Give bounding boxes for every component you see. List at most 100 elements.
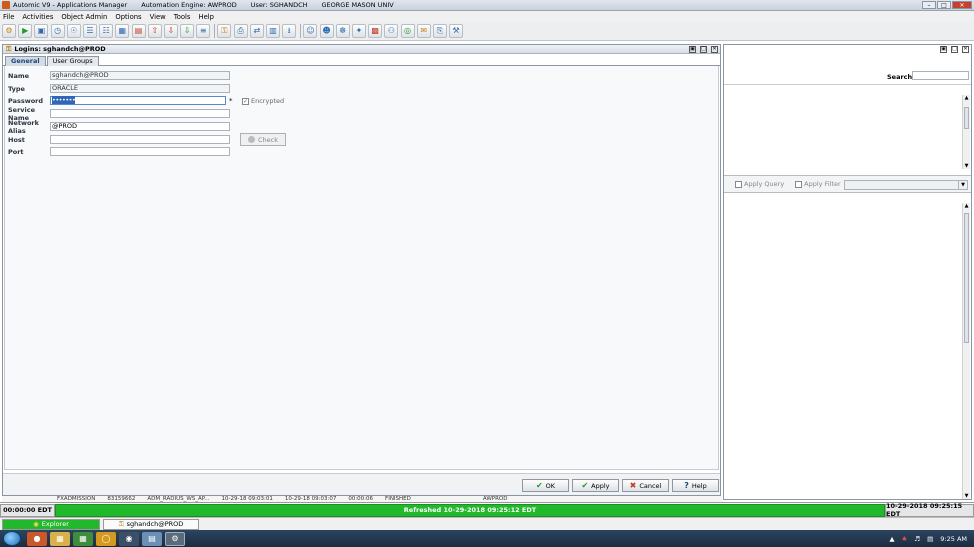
panel-maximize-icon[interactable]: □	[951, 46, 958, 53]
frame-maximize-icon[interactable]: □	[700, 46, 707, 53]
scroll-up-icon[interactable]: ▲	[963, 95, 970, 101]
port-field[interactable]	[50, 147, 230, 156]
menu-tools[interactable]: Tools	[174, 13, 191, 21]
menu-view[interactable]: View	[150, 13, 166, 21]
tools-icon[interactable]: ⚒	[449, 24, 464, 38]
service-name-field[interactable]	[50, 109, 230, 118]
frame-restore-icon[interactable]: ▣	[689, 46, 696, 53]
document-icon[interactable]: ☰	[82, 24, 97, 38]
tray-volume-icon[interactable]: ♬	[914, 535, 920, 543]
explorer-icon: ◉	[33, 520, 39, 528]
apply-query-checkbox[interactable]	[735, 180, 742, 188]
type-field[interactable]: ORACLE	[50, 84, 230, 93]
lower-scrollbar[interactable]: ▲ ▼	[962, 203, 970, 499]
schedule-icon[interactable]: ◷	[50, 24, 65, 38]
app-title: Automic V9 - Applications Manager	[13, 1, 128, 9]
host-field[interactable]	[50, 135, 230, 144]
monitor-icon[interactable]: ▣	[34, 24, 49, 38]
menu-file[interactable]: File	[3, 13, 14, 21]
status-clock: 10-29-2018 09:25:15 EDT	[885, 502, 974, 518]
maximize-button[interactable]: □	[937, 1, 951, 9]
tray-network-icon[interactable]: ▤	[927, 535, 933, 543]
tray-chevron-icon[interactable]: ▲	[889, 535, 894, 543]
menu-object-admin[interactable]: Object Admin	[61, 13, 107, 21]
general-form: Name sghandch@PROD Type ORACLE Password …	[4, 66, 719, 470]
tray-clock[interactable]: 9:25 AM	[940, 535, 967, 543]
server-icon[interactable]: ▥	[266, 24, 280, 38]
task-icon[interactable]: ▩	[368, 24, 383, 38]
firefox-icon[interactable]: ●	[27, 531, 47, 546]
output-icon[interactable]: ⭳	[282, 24, 297, 38]
apply-check-icon: ✔	[581, 481, 589, 490]
upload-icon[interactable]: ⇧	[147, 24, 162, 38]
apply-filter-checkbox[interactable]	[795, 180, 803, 188]
login-task[interactable]: ⚿ sghandch@PROD	[103, 518, 199, 530]
minimize-button[interactable]: –	[922, 1, 936, 9]
upper-scroll-thumb[interactable]	[964, 107, 969, 129]
apply-button[interactable]: ✔ Apply	[572, 479, 619, 492]
tray-antivirus-icon[interactable]: ♠	[901, 535, 907, 543]
menu-help[interactable]: Help	[198, 13, 214, 21]
lower-scroll-down-icon[interactable]: ▼	[963, 493, 970, 499]
chevron-down-icon[interactable]: ▼	[958, 181, 967, 189]
automic-task-icon[interactable]: ◉	[119, 531, 139, 546]
panel-restore-icon[interactable]: ▣	[940, 46, 947, 53]
import-icon[interactable]: ⇩	[180, 24, 195, 38]
download-icon[interactable]: ⇩	[163, 24, 178, 38]
person-icon[interactable]: ⚇	[384, 24, 399, 38]
users-icon[interactable]: ☺	[303, 24, 318, 38]
upper-scrollbar[interactable]: ▲ ▼	[962, 95, 970, 169]
explorer-task[interactable]: ◉ Explorer	[2, 518, 100, 530]
report-icon[interactable]: ▤	[131, 24, 146, 38]
network-alias-field[interactable]: @PROD	[50, 122, 230, 131]
menu-activities[interactable]: Activities	[22, 13, 53, 21]
applications-manager-task-icon[interactable]: ⚙	[165, 531, 185, 546]
folder-icon[interactable]: ▦	[50, 531, 70, 546]
panel-close-icon[interactable]: ✕	[962, 46, 969, 53]
password-field[interactable]: •••••••	[50, 96, 226, 105]
run-icon[interactable]: ▶	[18, 24, 33, 38]
cancel-button[interactable]: ✖ Cancel	[622, 479, 669, 492]
transfer-icon[interactable]: ⇄	[249, 24, 264, 38]
frame-close-icon[interactable]: ✕	[711, 46, 718, 53]
tab-user-groups[interactable]: User Groups	[46, 56, 99, 66]
scroll-down-icon[interactable]: ▼	[963, 163, 970, 169]
help-button[interactable]: ? Help	[672, 479, 719, 492]
encrypted-checkbox[interactable]: ✓	[242, 97, 249, 105]
queue-icon[interactable]: ☉	[66, 24, 81, 38]
automic-logo-icon	[2, 1, 10, 9]
settings-icon[interactable]: ☸	[335, 24, 350, 38]
lower-scroll-up-icon[interactable]: ▲	[963, 203, 970, 209]
required-mark: *	[229, 96, 233, 105]
key-icon[interactable]: ⚿	[217, 24, 232, 38]
list-icon[interactable]: ≡	[196, 24, 211, 38]
ok-button[interactable]: ✔ OK	[522, 479, 569, 492]
user-group-icon[interactable]: ☻	[319, 24, 334, 38]
globe-icon[interactable]: ◎	[400, 24, 415, 38]
port-label: Port	[8, 147, 24, 156]
mail-icon[interactable]: ✉	[416, 24, 431, 38]
type-label: Type	[8, 84, 25, 93]
clipboard-icon[interactable]: ⎘	[432, 24, 447, 38]
menu-options[interactable]: Options	[115, 13, 141, 21]
check-button[interactable]: Check	[240, 133, 286, 146]
login-key-icon: ⚿	[118, 519, 124, 528]
check-label: Check	[258, 135, 278, 144]
network-icon[interactable]: ✦	[351, 24, 366, 38]
start-button-icon[interactable]	[3, 531, 21, 546]
lower-scroll-thumb[interactable]	[964, 213, 969, 343]
apply-query-option[interactable]: Apply Query	[735, 180, 784, 188]
apply-filter-option[interactable]: Apply Filter	[795, 180, 841, 188]
tab-general[interactable]: General	[5, 56, 46, 66]
new-object-icon[interactable]: ⚙	[2, 24, 16, 38]
name-field[interactable]: sghandch@PROD	[50, 71, 230, 80]
spreadsheet-icon[interactable]: ▦	[73, 531, 93, 546]
close-button[interactable]: ✕	[952, 1, 972, 9]
outlook-icon[interactable]: ◯	[96, 531, 116, 546]
search-input[interactable]	[912, 71, 969, 80]
document-task-icon[interactable]: ▤	[142, 531, 162, 546]
book-icon[interactable]: ☷	[99, 24, 114, 38]
filter-dropdown[interactable]: ▼	[844, 180, 968, 190]
calendar-icon[interactable]: ▦	[115, 24, 130, 38]
printer-icon[interactable]: ⎙	[233, 24, 248, 38]
